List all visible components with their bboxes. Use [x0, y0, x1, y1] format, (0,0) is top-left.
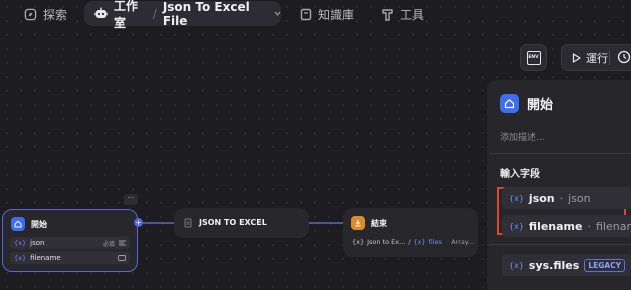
- variable-icon: {x}: [413, 238, 426, 246]
- start-field-name: json: [30, 239, 45, 247]
- input-fields-heading: 輸入字段: [500, 169, 540, 180]
- start-field-name: filename: [30, 254, 61, 262]
- json-to-excel-node[interactable]: JSON TO EXCEL: [174, 208, 309, 238]
- required-badge: 必填: [102, 240, 115, 248]
- panel-field-type: json: [568, 191, 591, 205]
- panel-field-type: filename: [595, 219, 631, 233]
- panel-field-json[interactable]: {x} json · json: [502, 187, 631, 209]
- home-icon: [11, 217, 25, 231]
- end-node-header: 結束: [351, 216, 387, 230]
- more-icon: ···: [127, 194, 135, 202]
- start-node[interactable]: 開始 {x} json 必填 {x} filename: [2, 209, 138, 272]
- variable-icon: {x}: [14, 254, 27, 262]
- end-output-var: files: [428, 238, 442, 246]
- start-node-header: 開始: [11, 217, 47, 231]
- text-input-type-icon: [118, 255, 126, 261]
- variable-icon: {x}: [509, 260, 524, 270]
- variable-icon: {x}: [14, 239, 27, 247]
- variable-icon: {x}: [352, 238, 365, 246]
- sys-field-name: sys.files: [528, 258, 580, 272]
- end-node[interactable]: 結束 {x} Json to Ex... / {x} files Array..…: [343, 208, 478, 257]
- legacy-badge: LEGACY: [584, 258, 626, 272]
- panel-header: 開始: [500, 94, 553, 113]
- field-type-separator: ·: [587, 219, 591, 233]
- start-field-json[interactable]: {x} json 必填: [10, 237, 130, 249]
- tool-icon: [184, 218, 192, 228]
- end-output-row[interactable]: {x} Json to Ex... / {x} files Array...: [352, 238, 474, 246]
- end-node-title: 結束: [371, 218, 387, 228]
- panel-divider: [489, 244, 631, 245]
- description-input[interactable]: 添加描述...: [500, 130, 545, 143]
- panel-field-filename[interactable]: {x} filename · filename: [502, 215, 631, 237]
- panel-divider: [489, 153, 631, 154]
- node-more-button[interactable]: ···: [124, 194, 138, 205]
- end-output-source: Json to Ex...: [367, 238, 406, 246]
- start-field-filename[interactable]: {x} filename: [10, 252, 130, 264]
- plus-icon: +: [135, 218, 142, 227]
- field-type-separator: ·: [559, 191, 564, 205]
- home-icon: [500, 94, 519, 113]
- json-to-excel-title: JSON TO EXCEL: [199, 218, 267, 227]
- variable-icon: {x}: [509, 193, 524, 203]
- exit-icon: [351, 216, 365, 230]
- add-node-handle[interactable]: +: [134, 218, 143, 227]
- panel-title[interactable]: 開始: [527, 94, 553, 113]
- start-node-title: 開始: [31, 219, 47, 229]
- variable-icon: {x}: [509, 221, 524, 231]
- panel-field-name: json: [528, 191, 555, 205]
- panel-sys-field[interactable]: {x} sys.files LEGACY: [502, 254, 631, 276]
- panel-field-name: filename: [528, 219, 583, 233]
- end-output-separator: /: [408, 238, 411, 246]
- text-type-icon: [119, 240, 126, 246]
- end-output-type: Array...: [451, 238, 474, 246]
